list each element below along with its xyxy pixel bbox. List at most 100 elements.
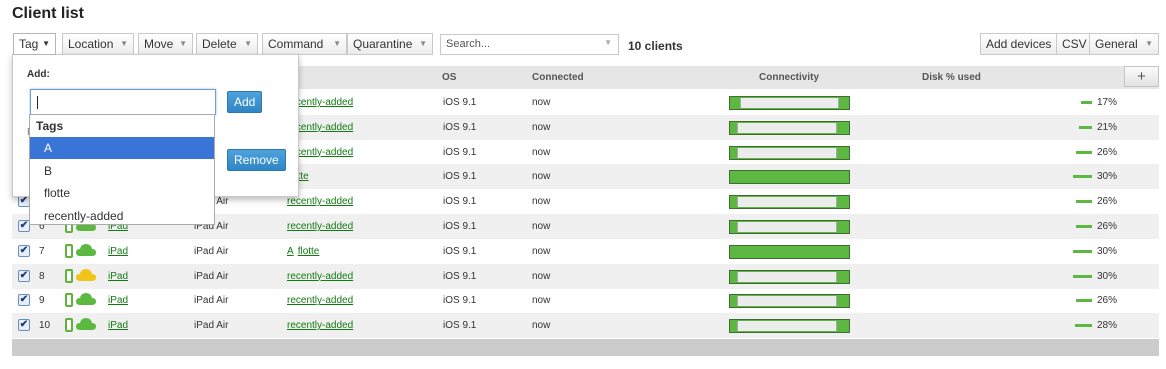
row-checkbox[interactable]: ✔ <box>18 269 30 282</box>
tag-link[interactable]: recently-added <box>287 221 353 232</box>
command-button[interactable]: Command ▼ <box>262 33 347 55</box>
connectivity-gap <box>737 197 838 208</box>
suggestion-item[interactable]: B <box>30 160 214 182</box>
disk-usage-bar <box>1079 125 1092 129</box>
tag-link[interactable]: recently-added <box>287 295 353 306</box>
tag-link[interactable]: recently-added <box>287 271 353 282</box>
device-name-link[interactable]: iPad <box>108 320 128 331</box>
connected-value: now <box>532 270 551 282</box>
tag-link[interactable]: recently-added <box>287 196 353 207</box>
cloud-icon <box>76 292 96 306</box>
connected-value: now <box>532 196 551 208</box>
connectivity-bar <box>729 170 850 185</box>
connectivity-bar <box>729 244 850 259</box>
delete-button[interactable]: Delete ▼ <box>196 33 258 55</box>
os-value: iOS 9.1 <box>443 295 477 307</box>
column-header-connectivity[interactable]: Connectivity <box>759 72 819 83</box>
os-value: iOS 9.1 <box>443 270 477 282</box>
connectivity-gap <box>737 147 838 158</box>
os-value: iOS 9.1 <box>443 146 477 158</box>
table-row: ✔ 7 iPad iPad Air Aflotte iOS 9.1 now 30% <box>12 239 1159 264</box>
general-label: General <box>1095 37 1138 51</box>
disk-percent: 26% <box>1097 146 1118 158</box>
csv-label: CSV <box>1062 37 1087 51</box>
add-devices-button[interactable]: Add devices <box>980 33 1057 55</box>
connectivity-bar <box>729 220 850 234</box>
suggestion-item[interactable]: recently-added <box>30 205 214 227</box>
chevron-down-icon: ▼ <box>244 39 252 48</box>
connected-value: now <box>532 295 551 307</box>
tag-link[interactable]: A <box>287 246 294 257</box>
cloud-icon <box>76 268 96 282</box>
disk-percent: 21% <box>1097 121 1118 133</box>
cloud-icon <box>76 243 96 257</box>
chevron-down-icon: ▼ <box>604 38 612 47</box>
chevron-down-icon: ▼ <box>419 39 427 48</box>
connected-value: now <box>532 121 551 133</box>
tag-menu-button[interactable]: Tag ▼ <box>13 33 56 55</box>
suggestion-item[interactable]: flotte <box>30 182 214 204</box>
search-input[interactable]: Search... ▼ <box>440 34 619 55</box>
csv-button[interactable]: CSV <box>1056 33 1090 55</box>
tag-link[interactable]: flotte <box>298 246 320 257</box>
column-header-os[interactable]: OS <box>442 72 456 83</box>
row-number: 10 <box>39 320 51 332</box>
device-model: iPad Air <box>194 270 229 282</box>
device-name-link[interactable]: iPad <box>108 271 128 282</box>
connected-value: now <box>532 245 551 257</box>
connectivity-bar <box>729 319 850 334</box>
connected-value: now <box>532 97 551 108</box>
column-header-disk[interactable]: Disk % used <box>922 72 981 83</box>
table-row: ✔ 8 iPad iPad Air recently-added iOS 9.1 now 30… <box>12 263 1159 289</box>
table-row: ✔ 9 iPad iPad Air recently-added iOS 9.1 now 26… <box>12 288 1159 313</box>
search-placeholder: Search... <box>446 38 491 50</box>
quarantine-button[interactable]: Quarantine ▼ <box>347 33 433 55</box>
connectivity-bar <box>729 120 850 135</box>
disk-usage-bar <box>1075 324 1092 328</box>
table-footer <box>12 339 1159 356</box>
table-row: ✔ 10 iPad iPad Air recently-added iOS 9.1 now 2… <box>12 313 1159 339</box>
add-tag-button[interactable]: Add <box>227 91 263 113</box>
delete-label: Delete <box>202 37 237 51</box>
general-button[interactable]: General ▼ <box>1089 33 1159 55</box>
connected-value: now <box>532 221 551 232</box>
cloud-icon <box>76 317 96 331</box>
os-value: iOS 9.1 <box>443 221 477 232</box>
os-value: iOS 9.1 <box>443 320 477 332</box>
remove-tag-button[interactable]: Remove <box>227 149 286 171</box>
os-value: iOS 9.1 <box>443 196 477 208</box>
device-model: iPad Air <box>194 245 229 257</box>
connectivity-bar <box>729 145 850 160</box>
tag-link[interactable]: recently-added <box>287 320 353 331</box>
tag-suggestions: Tags A Bflotte recently-added <box>29 114 215 225</box>
disk-usage-bar <box>1076 200 1092 204</box>
quarantine-label: Quarantine <box>353 37 413 51</box>
device-model: iPad Air <box>194 295 229 307</box>
device-model: iPad Air <box>194 320 229 332</box>
command-label: Command <box>268 37 324 51</box>
connectivity-gap <box>737 321 838 332</box>
disk-percent: 30% <box>1097 245 1118 257</box>
chevron-down-icon: ▼ <box>42 39 50 48</box>
disk-usage-bar <box>1076 150 1092 154</box>
disk-usage-bar <box>1073 274 1092 278</box>
device-phone-icon <box>65 243 73 258</box>
row-number: 9 <box>39 295 45 307</box>
row-checkbox[interactable]: ✔ <box>18 244 30 257</box>
suggestion-item[interactable]: A <box>30 137 214 159</box>
row-checkbox[interactable]: ✔ <box>18 319 30 332</box>
location-button[interactable]: Location ▼ <box>62 33 134 55</box>
move-button[interactable]: Move ▼ <box>138 33 193 55</box>
row-number: 8 <box>39 270 45 282</box>
tag-input[interactable] <box>30 89 216 115</box>
column-header-connected[interactable]: Connected <box>532 72 584 83</box>
disk-percent: 30% <box>1097 171 1118 183</box>
add-column-button[interactable]: + <box>1124 66 1159 87</box>
device-name-link[interactable]: iPad <box>108 295 128 306</box>
add-devices-label: Add devices <box>986 37 1052 51</box>
device-name-link[interactable]: iPad <box>108 246 128 257</box>
disk-percent: 26% <box>1097 295 1118 307</box>
row-checkbox[interactable]: ✔ <box>18 294 30 307</box>
os-value: iOS 9.1 <box>443 245 477 257</box>
disk-percent: 26% <box>1097 221 1118 232</box>
